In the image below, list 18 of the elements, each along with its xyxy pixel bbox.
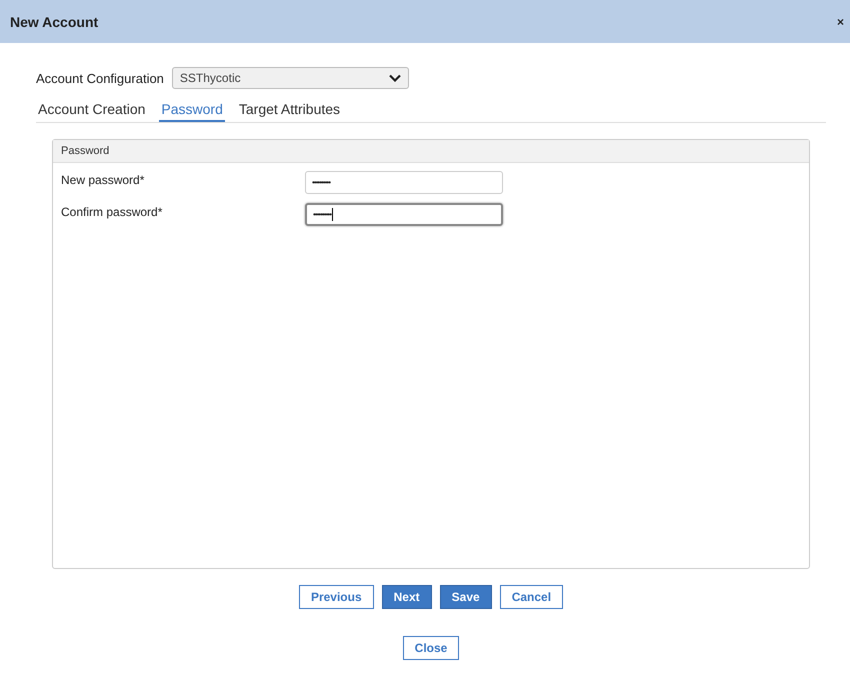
secondary-button[interactable]: Cancel (500, 585, 564, 609)
field-label: New password* (61, 172, 146, 187)
close-button[interactable]: × (836, 14, 844, 28)
window-title: New Account (10, 14, 98, 30)
primary-button[interactable]: Save (440, 585, 492, 609)
secondary-button[interactable]: Previous (298, 585, 374, 609)
tab[interactable]: Account Creation (36, 99, 148, 122)
field-label: Confirm password* (61, 204, 164, 219)
password-field[interactable]: •••••••••• (305, 203, 503, 226)
tab[interactable]: Target Attributes (236, 99, 342, 122)
close-dialog-button[interactable]: Close (402, 636, 460, 660)
account-configuration-dropdown[interactable]: SSThycotic (172, 67, 409, 89)
primary-button[interactable]: Next (382, 585, 432, 609)
tab[interactable]: Password (159, 99, 225, 122)
chevron-down-icon (388, 74, 401, 82)
field-label: Account Configuration (36, 70, 164, 86)
panel-title: Password (61, 145, 110, 157)
password-field[interactable]: •••••••••• (305, 171, 503, 194)
